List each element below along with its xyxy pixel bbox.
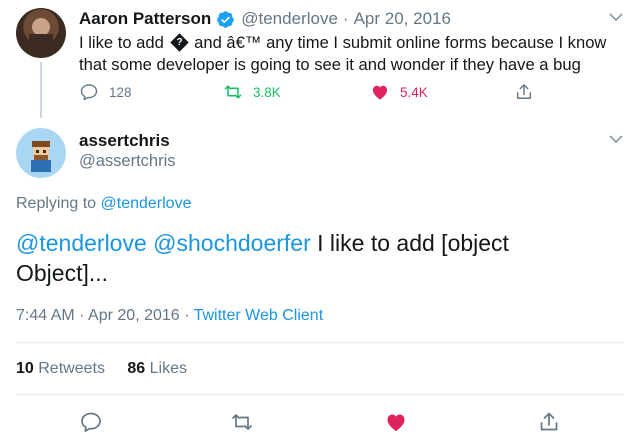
tweet-text: I like to add ? and â€™ any time I submi… [79,32,619,76]
like-icon[interactable] [384,410,408,434]
retweet-count: 3.8K [253,84,281,100]
engagement-stats: 10 Retweets 86 Likes [16,360,187,378]
share-icon [517,84,531,99]
retweets-label: Retweets [38,360,105,377]
reply-icon[interactable] [79,410,103,434]
tweet-text-part1: I like to add [79,33,164,52]
replacement-char: ? [175,37,183,48]
likes-stat[interactable]: 86 Likes [127,360,187,377]
assertchris-avatar[interactable] [16,128,66,178]
client-link[interactable]: Twitter Web Client [194,307,324,324]
retweet-icon[interactable] [230,410,254,434]
reply-actions [0,410,640,436]
retweet-icon [224,85,242,99]
thread-connector-line [40,62,42,118]
replacement-character-glyph: ? [169,33,189,52]
reply-timestamp-line: 7:44 AM · Apr 20, 2016 · Twitter Web Cli… [16,307,323,325]
replying-to-prefix: Replying to [16,195,97,212]
divider [16,394,624,395]
reply-author-handle[interactable]: @assertchris [79,152,176,171]
like-count: 5.4K [400,84,428,100]
meta-separator: · [342,9,349,28]
divider [16,342,624,343]
reply-text: @tenderlove @shochdoerfer I like to add … [16,228,576,288]
aaron-patterson-avatar[interactable] [16,8,66,58]
likes-label: Likes [149,360,188,377]
verified-icon [217,10,235,28]
meta-separator: · [79,307,85,324]
like-action[interactable]: 5.4K [370,82,428,102]
reply-action[interactable]: 128 [79,82,132,102]
tweet-author-name[interactable]: Aaron Patterson [79,9,211,29]
retweets-stat[interactable]: 10 Retweets [16,360,105,377]
replying-to-link[interactable]: @tenderlove [101,195,192,212]
reply-count: 128 [109,84,132,100]
share-icon[interactable] [537,410,561,434]
reply-icon [80,84,98,101]
tweet-author-handle[interactable]: @tenderlove [241,9,338,29]
reply-time[interactable]: 7:44 AM [16,307,75,324]
chevron-down-icon[interactable] [608,11,624,23]
tweet-date[interactable]: Apr 20, 2016 [354,9,451,29]
chevron-down-icon[interactable] [608,133,624,145]
meta-separator: · [184,307,190,324]
avatar-beard-detail [29,34,53,52]
tweet-header: Aaron Patterson @tenderlove · Apr 20, 20… [79,8,451,30]
reply-author-name[interactable]: assertchris [79,131,170,151]
likes-count: 86 [127,360,146,377]
retweet-action[interactable]: 3.8K [223,82,281,102]
share-action[interactable] [514,82,544,102]
mention-tenderlove[interactable]: @tenderlove [16,230,147,256]
tweet-actions: 128 3.8K 5.4K [79,82,539,106]
replying-to-line: Replying to @tenderlove [16,195,191,213]
retweets-count: 10 [16,360,34,377]
mention-shochdoerfer[interactable]: @shochdoerfer [153,230,311,256]
pixel-art-avatar [31,141,51,172]
reply-date[interactable]: Apr 20, 2016 [88,307,180,324]
like-icon [372,85,388,100]
